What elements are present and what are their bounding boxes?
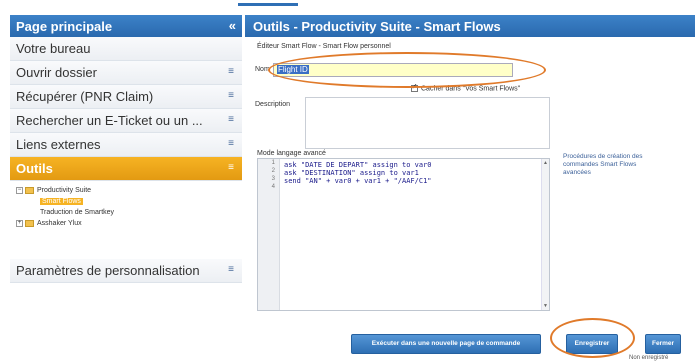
folder-icon — [25, 186, 34, 194]
menu-icon: ≡ — [228, 138, 234, 149]
sidebar-item-label: Votre bureau — [16, 41, 91, 56]
sidebar-item-outils[interactable]: Outils ≡ — [10, 157, 242, 181]
menu-icon: ≡ — [228, 90, 234, 101]
code-line: send "AN" + var0 + var1 + "/AAF/C1" — [284, 177, 432, 185]
sidebar-item-parametres[interactable]: Paramètres de personnalisation ≡ — [10, 259, 242, 283]
name-field-value: Flight ID — [277, 65, 309, 74]
tree-item-label: Smart Flows — [40, 198, 83, 205]
sidebar-item-label: Rechercher un E-Ticket ou un ... — [16, 113, 203, 128]
hide-checkbox[interactable] — [411, 82, 418, 92]
sidebar: Page principale « Votre bureau Ouvrir do… — [10, 15, 242, 359]
tools-tree: − Productivity Suite Smart Flows Traducti… — [10, 181, 242, 259]
folder-icon — [25, 219, 34, 227]
collapse-icon[interactable]: « — [229, 18, 236, 33]
hide-checkbox-label: Cacher dans "Vos Smart Flows" — [421, 85, 521, 93]
line-number: 4 — [271, 184, 275, 190]
menu-icon: ≡ — [228, 66, 234, 77]
sidebar-item-label: Liens externes — [16, 137, 101, 152]
code-content[interactable]: ask "DATE DE DEPART" assign to var0 ask … — [284, 161, 432, 185]
scroll-down-icon[interactable]: ▼ — [543, 303, 548, 309]
line-number-gutter: 1 2 3 4 — [258, 159, 280, 310]
sidebar-item-ouvrir-dossier[interactable]: Ouvrir dossier ≡ — [10, 61, 242, 85]
tree-item-smart-flows[interactable]: Smart Flows — [16, 196, 236, 207]
menu-icon: ≡ — [228, 114, 234, 125]
name-field[interactable]: Flight ID — [273, 63, 513, 77]
code-line: ask "DATE DE DEPART" assign to var0 — [284, 161, 432, 169]
description-label: Description — [255, 101, 291, 108]
help-link[interactable]: Procédures de création des commandes Sma… — [563, 153, 643, 177]
top-accent — [238, 3, 298, 6]
sidebar-item-label: Récupérer (PNR Claim) — [16, 89, 154, 104]
sidebar-item-votre-bureau[interactable]: Votre bureau — [10, 37, 242, 61]
code-line: ask "DESTINATION" assign to var1 — [284, 169, 419, 177]
scroll-up-icon[interactable]: ▲ — [543, 160, 548, 166]
page-title: Outils - Productivity Suite - Smart Flow… — [245, 15, 695, 37]
tree-item-label: Asshaker Ylux — [37, 220, 82, 227]
top-strip — [0, 0, 695, 8]
code-editor[interactable]: 1 2 3 4 ask "DATE DE DEPART" assign to v… — [257, 158, 550, 311]
sidebar-item-liens-externes[interactable]: Liens externes ≡ — [10, 133, 242, 157]
name-label: Nom — [255, 66, 270, 73]
run-in-new-page-button[interactable]: Exécuter dans une nouvelle page de comma… — [351, 334, 541, 354]
tree-item-productivity-suite[interactable]: − Productivity Suite — [16, 185, 236, 196]
save-status: Non enregistré — [629, 355, 669, 361]
expand-toggle-icon[interactable]: + — [16, 219, 23, 227]
breadcrumb: Éditeur Smart Flow - Smart Flow personne… — [257, 43, 391, 50]
line-number: 1 — [271, 160, 275, 166]
sidebar-item-rechercher-eticket[interactable]: Rechercher un E-Ticket ou un ... ≡ — [10, 109, 242, 133]
main-panel: Outils - Productivity Suite - Smart Flow… — [245, 15, 695, 361]
collapse-toggle-icon[interactable]: − — [16, 186, 23, 194]
tree-item-traduction-smartkey[interactable]: Traduction de Smartkey — [16, 207, 236, 218]
sidebar-item-label: Paramètres de personnalisation — [16, 263, 200, 278]
sidebar-header[interactable]: Page principale « — [10, 15, 242, 37]
sidebar-item-label: Outils — [16, 161, 53, 176]
code-scrollbar[interactable]: ▲ ▼ — [541, 159, 549, 310]
menu-icon: ≡ — [228, 264, 234, 275]
sidebar-title: Page principale — [16, 19, 113, 34]
menu-icon: ≡ — [228, 162, 234, 173]
code-label: Mode langage avancé — [257, 150, 326, 157]
sidebar-item-recuperer[interactable]: Récupérer (PNR Claim) ≡ — [10, 85, 242, 109]
line-number: 2 — [271, 168, 275, 174]
description-textarea[interactable] — [305, 97, 550, 149]
tree-item-label: Traduction de Smartkey — [40, 209, 115, 216]
line-number: 3 — [271, 176, 275, 182]
tree-item-label: Productivity Suite — [37, 187, 92, 194]
sidebar-item-label: Ouvrir dossier — [16, 65, 97, 80]
save-button[interactable]: Enregistrer — [566, 334, 618, 354]
close-button[interactable]: Fermer — [645, 334, 681, 354]
hide-checkbox-row[interactable]: Cacher dans "Vos Smart Flows" — [411, 82, 521, 93]
tree-item-asshaker[interactable]: + Asshaker Ylux — [16, 218, 236, 229]
